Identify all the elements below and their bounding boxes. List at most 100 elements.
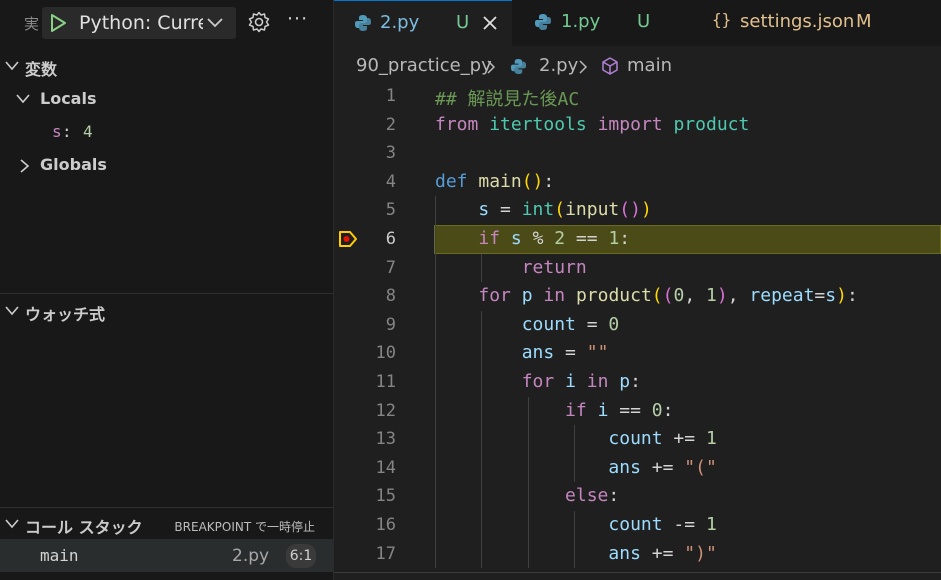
code-line[interactable]: 1 ## 解説見た後AC (334, 82, 941, 111)
code-token: return (521, 256, 587, 278)
code-token: = (554, 342, 587, 364)
breadcrumb-symbol[interactable]: main (627, 55, 672, 76)
breadcrumb: 90_practice_py 2.py main (334, 50, 941, 82)
line-number: 12 (375, 400, 396, 421)
code-token: p (619, 371, 631, 392)
tab-label: settings.json (740, 11, 855, 32)
code-token: == (608, 399, 652, 421)
code-token: += (662, 428, 706, 450)
code-editor[interactable]: 1 ## 解説見た後AC 2 from itertools import produc… (334, 82, 941, 570)
call-stack-section-header[interactable]: コール スタック BREAKPOINT で一時停止 (0, 511, 333, 537)
gear-icon[interactable] (248, 11, 270, 37)
indent-guide (435, 196, 436, 569)
globals-scope[interactable]: Globals (0, 152, 333, 178)
debug-sidebar: 実 Python: Current File ··· 変数 Locals s : (0, 0, 334, 580)
chevron-down-icon (16, 94, 30, 104)
code-token: ) (836, 285, 847, 307)
debug-config-dropdown[interactable]: Python: Current File (42, 7, 236, 39)
variable-row[interactable]: s : 4 (0, 119, 333, 145)
code-text: if i == 0: (435, 400, 673, 421)
breadcrumb-file[interactable]: 2.py (539, 55, 578, 76)
line-number: 7 (385, 257, 396, 278)
code-token: s (478, 199, 490, 221)
code-token: "(" (684, 456, 717, 478)
code-token: s (510, 228, 522, 249)
code-line[interactable]: 13 count += 1 (334, 425, 941, 454)
code-text: count = 0 (435, 313, 620, 335)
tab-status: U (456, 12, 470, 33)
code-token: i (565, 371, 576, 392)
code-token: ## 解説見た後AC (435, 89, 580, 110)
start-debugging-icon[interactable] (48, 13, 68, 37)
run-view-label: 実 (24, 15, 40, 33)
code-token: ( (651, 285, 663, 307)
code-line[interactable]: 16 count -= 1 (334, 511, 941, 540)
code-token: , (727, 285, 750, 307)
code-text: ans += ")" (435, 543, 716, 564)
line-number: 4 (385, 171, 396, 192)
tab-2py[interactable]: 2.py U (334, 0, 512, 47)
code-token: in (586, 371, 609, 392)
call-stack-title: コール スタック (25, 518, 143, 537)
locals-scope[interactable]: Locals (0, 86, 333, 112)
chevron-right-icon (487, 60, 496, 74)
close-icon[interactable] (482, 15, 498, 36)
line-number: 8 (385, 286, 396, 307)
editor-bottom-border (334, 572, 941, 573)
code-token: p (521, 285, 533, 307)
code-text: for i in p: (435, 371, 641, 392)
tab-settings-json[interactable]: {} settings.json M (692, 0, 912, 46)
code-line[interactable]: 2 from itertools import product (334, 111, 941, 140)
variables-title: 変数 (25, 60, 58, 79)
tab-1py[interactable]: 1.py U (512, 0, 692, 46)
editor-tab-bar: 2.py U 1.py U {} settings.json M (334, 0, 941, 47)
code-line[interactable]: 11 for i in p: (334, 368, 941, 397)
line-number: 13 (375, 429, 396, 450)
code-token: = (814, 285, 826, 307)
code-text: from itertools import product (435, 114, 749, 135)
line-number: 16 (375, 515, 396, 535)
code-line[interactable]: 10 ans = "" (334, 339, 941, 368)
section-divider[interactable] (0, 293, 333, 294)
code-line[interactable]: 6 if s % 2 == 1: (334, 225, 941, 254)
code-text: for p in product((0, 1), repeat=s): (435, 285, 857, 307)
code-token: 0 (673, 285, 685, 307)
line-number: 1 (385, 86, 396, 106)
code-token: itertools (489, 113, 587, 135)
code-text: count += 1 (435, 428, 716, 450)
code-line[interactable]: 5 s = int(input()) (334, 196, 941, 225)
json-file-icon: {} (712, 10, 732, 29)
breadcrumb-folder[interactable]: 90_practice_py (356, 55, 492, 76)
call-stack-frame[interactable]: main 2.py 6:1 (0, 539, 333, 572)
code-line[interactable]: 4 def main(): (334, 168, 941, 197)
code-line[interactable]: 15 else: (334, 482, 941, 511)
code-line[interactable]: 17 ans += ")" (334, 540, 941, 569)
code-line[interactable]: 12 if i == 0: (334, 397, 941, 426)
code-line[interactable]: 8 for p in product((0, 1), repeat=s): (334, 282, 941, 311)
variables-section-header[interactable]: 変数 (0, 53, 333, 79)
code-line[interactable]: 3 (334, 139, 941, 168)
python-file-icon (354, 14, 372, 37)
section-divider[interactable] (0, 507, 333, 508)
code-line[interactable]: 9 count = 0 (334, 311, 941, 340)
more-actions-icon[interactable]: ··· (287, 8, 308, 30)
code-line[interactable]: 7 return (334, 254, 941, 283)
code-token: count (521, 313, 576, 335)
watch-section-header[interactable]: ウォッチ式 (0, 298, 333, 324)
variable-separator: : (62, 122, 72, 141)
code-token: ans (608, 456, 641, 478)
code-line[interactable]: 14 ans += "(" (334, 454, 941, 483)
code-token: input (565, 199, 620, 221)
